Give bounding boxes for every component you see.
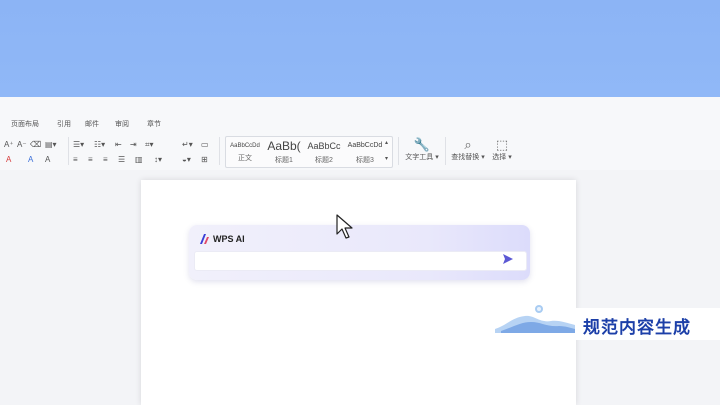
tab-mailings[interactable]: 邮件 [85,119,99,129]
align-center-icon[interactable]: ≡ [88,155,93,164]
wrench-icon: 🔧 [413,137,431,152]
paragraph-spacing-icon[interactable]: ↵▾ [182,140,193,149]
font-color-button[interactable]: A [28,155,33,164]
justify-icon[interactable]: ☰ [118,155,125,164]
divider [445,137,446,165]
feature-caption: 规范内容生成 [583,318,691,338]
font-shrink-button[interactable]: A⁻ [17,140,27,149]
outdent-icon[interactable]: ⇤ [115,140,122,149]
table-border-icon[interactable]: ⊞ [201,155,208,164]
wps-ai-title: WPS AI [213,234,245,244]
align-right-icon[interactable]: ≡ [103,155,108,164]
tab-sections[interactable]: 章节 [147,119,161,129]
wps-ai-panel: WPS AI [189,225,530,280]
page-break-icon[interactable]: ▭ [201,140,209,149]
tab-review[interactable]: 审阅 [115,119,129,129]
tab-references[interactable]: 引用 [57,119,71,129]
divider [219,137,220,165]
numbered-list-icon[interactable]: ☷▾ [94,140,105,149]
styles-gallery: AaBbCcDd 正文 AaBb( 标题1 AaBbCc 标题2 AaBbCcD… [225,136,393,168]
style-heading2[interactable]: AaBbCc 标题2 [306,139,342,165]
align-left-icon[interactable]: ≡ [73,155,78,164]
caption-banner: 规范内容生成 [576,308,720,340]
style-normal[interactable]: AaBbCcDd 正文 [228,139,262,163]
format-dropdown-icon[interactable]: ▤▾ [45,140,57,149]
highlight-button[interactable]: A [6,155,11,164]
styles-scroll-down-icon[interactable]: ▾ [385,155,388,164]
divider [398,137,399,165]
style-heading3[interactable]: AaBbCcDd 标题3 [345,139,385,165]
ai-prompt-input[interactable] [194,251,527,271]
bullet-list-icon[interactable]: ☰▾ [73,140,84,149]
eraser-icon[interactable]: ⌫ [30,140,41,149]
cursor-icon [336,214,353,239]
search-icon: ⌕ [464,137,472,152]
select-icon: ⬚ [495,137,509,152]
distribute-icon[interactable]: ▥ [135,155,143,164]
tab-page-layout[interactable]: 页面布局 [11,119,39,129]
shading-icon[interactable]: ◒▾ [182,155,191,164]
text-tools-label: 文字工具 [405,154,434,161]
ribbon-toolbar: 页面布局 引用 邮件 审阅 章节 A⁺ A⁻ ⌫ ▤▾ ☰▾ ☷▾ ⇤ ⇥ ⌗▾… [0,97,720,170]
indent-icon[interactable]: ⇥ [130,140,137,149]
select-label: 选择 [492,154,507,161]
select-button[interactable]: ⬚ 选择 ▾ [490,137,514,162]
send-icon[interactable] [502,253,514,265]
top-banner [0,0,720,97]
font-grow-button[interactable]: A⁺ [4,140,14,149]
divider [68,137,69,165]
document-page[interactable] [141,180,576,405]
find-replace-label: 查找替换 [451,154,480,161]
wps-ai-logo-icon [200,234,209,244]
text-tools-button[interactable]: 🔧 文字工具 ▾ [404,137,440,162]
style-heading1[interactable]: AaBb( 标题1 [266,139,302,165]
wave-decoration-icon [495,305,575,333]
styles-scroll-up-icon[interactable]: ▴ [385,139,388,148]
find-replace-button[interactable]: ⌕ 查找替换 ▾ [449,137,487,162]
chinese-layout-icon[interactable]: ⌗▾ [145,140,154,149]
line-spacing-icon[interactable]: ↕▾ [154,155,162,164]
char-border-button[interactable]: A [45,155,50,164]
